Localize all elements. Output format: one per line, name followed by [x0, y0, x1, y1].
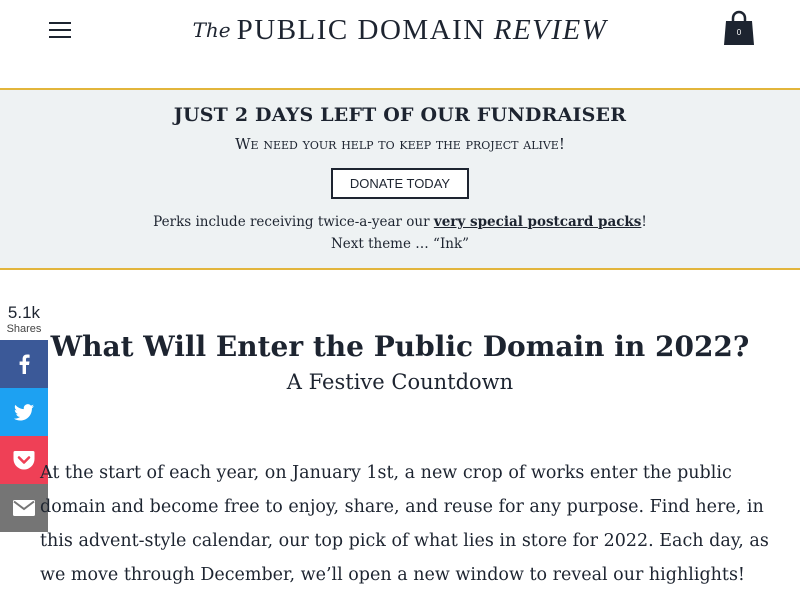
article-subtitle: A Festive Countdown [286, 370, 514, 394]
perks-suffix: ! [641, 214, 647, 230]
site-logo[interactable]: The PUBLIC DOMAIN REVIEW [184, 12, 616, 48]
site-header: The PUBLIC DOMAIN REVIEW 0 [0, 0, 800, 88]
fundraiser-banner: JUST 2 DAYS LEFT OF OUR FUNDRAISER We ne… [0, 88, 800, 270]
share-twitter-button[interactable] [0, 388, 48, 436]
shopping-bag-icon[interactable]: 0 [723, 10, 755, 46]
article-intro-paragraph: At the start of each year, on January 1s… [40, 463, 769, 585]
twitter-icon [14, 403, 34, 420]
perks-prefix: Perks include receiving twice-a-year our [153, 214, 434, 230]
email-icon [13, 500, 35, 516]
hamburger-menu-icon[interactable] [49, 20, 71, 40]
cart-count: 0 [736, 28, 742, 37]
postcard-packs-link[interactable]: very special postcard packs [434, 214, 642, 230]
logo-review: REVIEW [493, 13, 608, 46]
banner-title: JUST 2 DAYS LEFT OF OUR FUNDRAISER [173, 104, 627, 126]
perks-text: Perks include receiving twice-a-year our… [0, 214, 800, 230]
share-count-number: 5.1k [7, 303, 41, 322]
donate-button[interactable]: DONATE TODAY [331, 168, 469, 199]
next-theme-text: Next theme … “Ink” [330, 236, 470, 252]
pocket-icon [13, 451, 35, 470]
facebook-icon [19, 354, 30, 374]
article-title: What Will Enter the Public Domain in 202… [50, 330, 750, 363]
banner-subtitle: We need your help to keep the project al… [235, 135, 565, 153]
logo-the: The [192, 18, 231, 42]
logo-main: PUBLIC DOMAIN [236, 13, 486, 46]
